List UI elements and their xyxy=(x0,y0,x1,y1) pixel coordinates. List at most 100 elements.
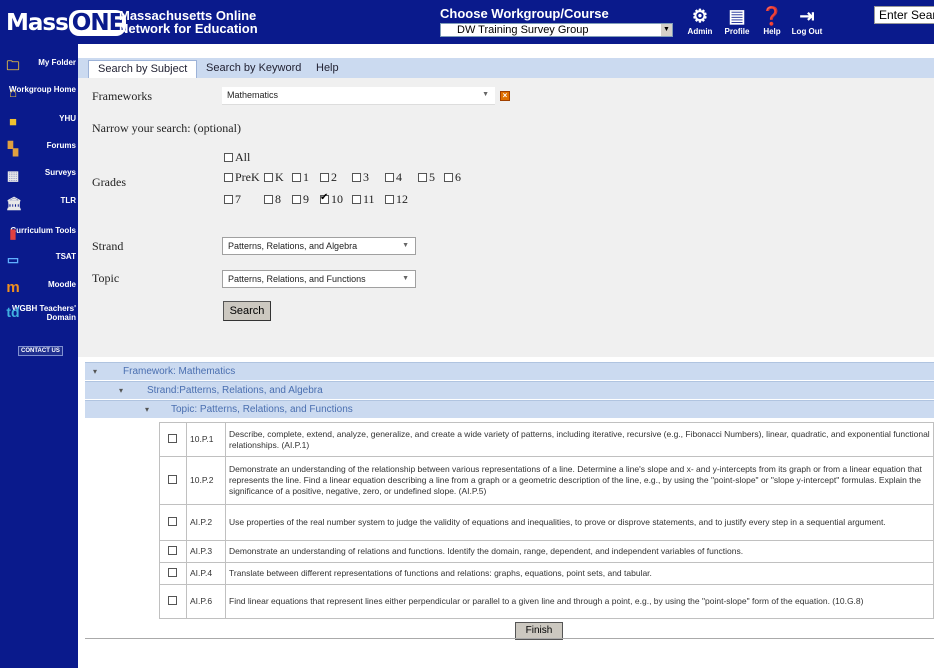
topic-header[interactable]: ▾ Topic: Patterns, Relations, and Functio… xyxy=(85,400,934,418)
checkbox-icon xyxy=(385,195,394,204)
sidebar-item-label: TSAT xyxy=(55,252,76,261)
strand-select-value: Patterns, Relations, and Algebra xyxy=(228,241,358,251)
checkbox-icon xyxy=(352,173,361,182)
building-icon: 🏛 xyxy=(6,196,23,211)
folder-lock-icon: 🗀 xyxy=(6,58,20,73)
sidebar-item-yhu[interactable]: ■ YHU xyxy=(4,114,76,129)
standard-text: Describe, complete, extend, analyze, gen… xyxy=(225,422,934,457)
grade-2-checkbox[interactable]: 2 xyxy=(320,170,337,185)
grade-all-checkbox[interactable]: All xyxy=(224,150,250,165)
sidebar-item-forums[interactable]: ▚ Forums xyxy=(4,141,76,156)
search-button[interactable]: Search xyxy=(223,301,271,321)
row-checkbox[interactable] xyxy=(159,456,187,505)
workgroup-select[interactable]: DW Training Survey Group ▼ xyxy=(440,23,673,37)
grade-label: 2 xyxy=(331,170,337,184)
checkbox-icon xyxy=(167,475,177,484)
logout-button[interactable]: ⇥ Log Out xyxy=(790,5,824,36)
survey-icon: ▦ xyxy=(6,168,20,183)
sidebar-item-tsat[interactable]: ▭ TSAT xyxy=(4,252,76,267)
strand-header[interactable]: ▾ Strand:Patterns, Relations, and Algebra xyxy=(85,381,934,399)
grade-1-checkbox[interactable]: 1 xyxy=(292,170,309,185)
search-input[interactable]: Enter Sear xyxy=(874,6,934,24)
results-panel: ▾ Framework: Mathematics ▾ Strand:Patterns… xyxy=(85,362,934,639)
sidebar-item-label: Forums xyxy=(46,141,76,150)
sidebar-item-curriculum-tools[interactable]: ▮ Curriculum Tools xyxy=(4,226,76,241)
help-button[interactable]: ❓ Help xyxy=(755,5,789,36)
td-icon: td xyxy=(6,304,20,320)
row-checkbox[interactable] xyxy=(159,422,187,457)
row-checkbox[interactable] xyxy=(159,504,187,541)
contact-us-button[interactable]: CONTACT US xyxy=(18,346,63,356)
dropdown-arrow-icon: ▼ xyxy=(482,91,489,98)
grade-12-checkbox[interactable]: 12 xyxy=(385,192,408,207)
grade-label: 11 xyxy=(363,192,375,206)
tab-search-by-subject[interactable]: Search by Subject xyxy=(88,60,198,78)
standard-code: AI.P.4 xyxy=(186,562,226,585)
row-checkbox[interactable] xyxy=(159,584,187,619)
frameworks-label: Frameworks xyxy=(92,89,152,103)
admin-label: Admin xyxy=(687,27,713,36)
grade-3-checkbox[interactable]: 3 xyxy=(352,170,369,185)
sidebar-item-label: Moodle xyxy=(48,280,76,289)
grade-label: 1 xyxy=(303,170,309,184)
top-header: Mass ONE Massachusetts Online Network for… xyxy=(0,0,934,44)
grade-10-checkbox[interactable]: 10 xyxy=(320,192,343,207)
sidebar-item-tlr[interactable]: 🏛 TLR xyxy=(4,196,76,211)
checkbox-icon xyxy=(224,195,233,204)
grade-4-checkbox[interactable]: 4 xyxy=(385,170,402,185)
checkbox-icon xyxy=(292,195,301,204)
admin-button[interactable]: ⚙ Admin xyxy=(683,5,717,36)
framework-header[interactable]: ▾ Framework: Mathematics xyxy=(85,362,934,380)
sidebar-item-workgroup-home[interactable]: ⌂ Workgroup Home xyxy=(4,85,76,100)
sidebar-item-label: YHU xyxy=(59,114,76,123)
grade-label: PreK xyxy=(235,170,260,184)
grade-9-checkbox[interactable]: 9 xyxy=(292,192,309,207)
checkbox-icon xyxy=(167,546,177,555)
checkbox-icon xyxy=(264,195,273,204)
framework-header-text: Framework: Mathematics xyxy=(123,366,236,377)
frameworks-select[interactable]: Mathematics ▼ xyxy=(222,87,495,105)
sidebar-item-my-folder[interactable]: 🗀 My Folder xyxy=(4,58,76,73)
checkbox-icon xyxy=(418,173,427,182)
grade-7-checkbox[interactable]: 7 xyxy=(224,192,241,207)
network-title-line2: Network for Education xyxy=(119,21,258,36)
logo-text-one: ONE xyxy=(68,10,127,36)
grade-label: 5 xyxy=(429,170,435,184)
grade-label: 4 xyxy=(396,170,402,184)
grade-k-checkbox[interactable]: K xyxy=(264,170,284,185)
grade-prek-checkbox[interactable]: PreK xyxy=(224,170,260,185)
massone-logo[interactable]: Mass ONE xyxy=(6,10,127,36)
dropdown-arrow-icon: ▼ xyxy=(661,24,672,36)
help-label: Help xyxy=(763,27,781,36)
grade-11-checkbox[interactable]: 11 xyxy=(352,192,375,207)
tab-help[interactable]: Help xyxy=(316,60,339,78)
standard-code: AI.P.6 xyxy=(186,584,226,619)
profile-label: Profile xyxy=(724,27,750,36)
grade-6-checkbox[interactable]: 6 xyxy=(444,170,461,185)
row-checkbox[interactable] xyxy=(159,562,187,585)
strand-select[interactable]: Patterns, Relations, and Algebra ▼ xyxy=(222,237,416,255)
tab-search-by-keyword[interactable]: Search by Keyword xyxy=(206,60,301,78)
divider xyxy=(85,638,934,639)
standard-code: AI.P.2 xyxy=(186,504,226,541)
row-checkbox[interactable] xyxy=(159,540,187,563)
sidebar-item-label: My Folder xyxy=(38,58,76,67)
logout-label: Log Out xyxy=(791,27,823,36)
search-tabs: Search by Subject Search by Keyword Help xyxy=(78,58,934,78)
forum-icon: ▚ xyxy=(8,141,18,156)
sidebar-item-teachers-domain[interactable]: td WGBH Teachers' Domain xyxy=(4,304,76,322)
checkbox-icon xyxy=(167,596,177,605)
sidebar-item-moodle[interactable]: m Moodle xyxy=(4,280,76,296)
topic-select[interactable]: Patterns, Relations, and Functions ▼ xyxy=(222,270,416,288)
clear-framework-icon[interactable]: × xyxy=(500,91,510,101)
checkbox-icon xyxy=(224,153,233,162)
profile-button[interactable]: ▤ Profile xyxy=(720,5,754,36)
topic-select-value: Patterns, Relations, and Functions xyxy=(228,274,366,284)
sidebar-item-surveys[interactable]: ▦ Surveys xyxy=(4,168,76,183)
standard-text: Demonstrate an understanding of the rela… xyxy=(225,456,934,505)
sidebar-item-label: TLR xyxy=(60,196,76,205)
grade-8-checkbox[interactable]: 8 xyxy=(264,192,281,207)
grade-5-checkbox[interactable]: 5 xyxy=(418,170,435,185)
standard-code: 10.P.1 xyxy=(186,422,226,457)
checkbox-icon xyxy=(292,173,301,182)
